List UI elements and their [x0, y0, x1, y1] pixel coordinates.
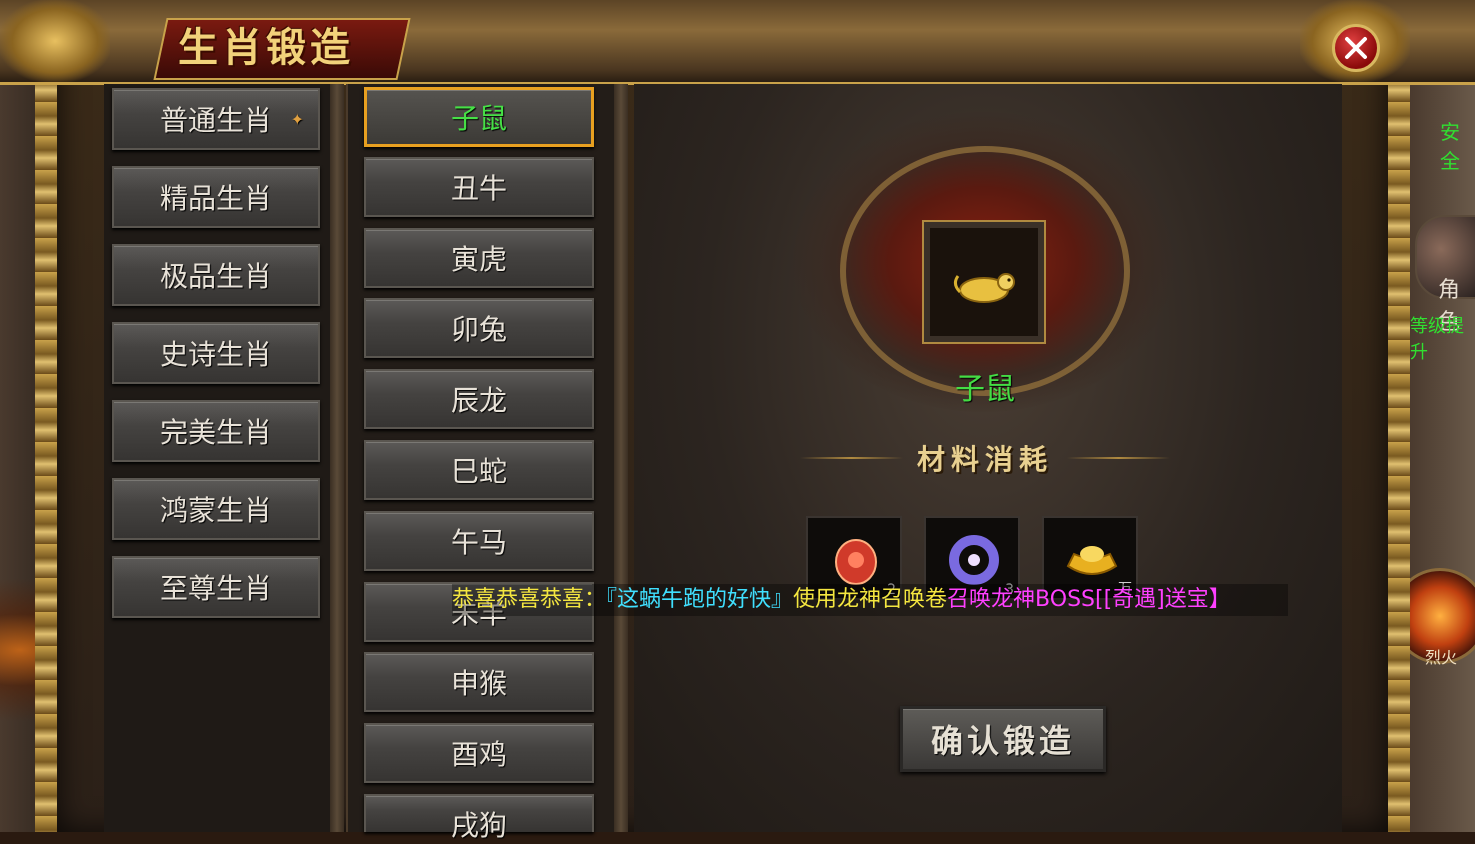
category-label: 鸿蒙生肖 [159, 494, 272, 527]
confirm-forge-button[interactable]: 确认锻造 [900, 706, 1106, 772]
category-label: 精品生肖 [159, 182, 272, 215]
zodiac-button-monkey[interactable]: 申猴 [364, 652, 594, 712]
window-title: 生肖锻造 [178, 24, 354, 71]
zodiac-label: 申猴 [450, 667, 507, 700]
window-title-bar: 生肖锻造 [0, 0, 1475, 85]
zodiac-label: 丑牛 [450, 172, 507, 205]
zodiac-label: 寅虎 [450, 243, 507, 276]
gold-ingot-icon [1066, 546, 1118, 575]
close-icon [1345, 37, 1367, 59]
zodiac-button-horse[interactable]: 午马 [364, 511, 594, 571]
category-label: 史诗生肖 [159, 338, 272, 371]
category-label: 完美生肖 [159, 416, 272, 449]
category-button-epic[interactable]: 史诗生肖 [112, 322, 320, 384]
broadcast-prefix: 恭喜恭喜恭喜： [452, 587, 607, 612]
category-button-supreme[interactable]: 至尊生肖 [112, 556, 320, 618]
purple-ring-icon [949, 535, 999, 585]
header-line [1067, 457, 1171, 459]
forge-target-slot[interactable] [922, 220, 1046, 344]
category-label: 极品生肖 [159, 260, 272, 293]
category-button-hongmeng[interactable]: 鸿蒙生肖 [112, 478, 320, 540]
category-button-normal[interactable]: 普通生肖 ✦ [112, 88, 320, 150]
zodiac-button-dragon[interactable]: 辰龙 [364, 369, 594, 429]
zodiac-label: 酉鸡 [450, 738, 507, 771]
system-broadcast: 恭喜恭喜恭喜：『这蜗牛跑的好快』使用龙神召唤卷召唤龙神BOSS[[奇遇]送宝】 [452, 584, 1288, 616]
red-gem-icon [835, 539, 877, 585]
selected-arrow-icon: ✦ [290, 109, 304, 129]
fire-skill-label: 烈火 [1425, 648, 1458, 667]
category-label: 普通生肖 [159, 104, 272, 137]
zodiac-button-rat[interactable]: 子鼠 [364, 87, 594, 147]
zodiac-label: 卯兔 [450, 313, 507, 346]
zodiac-button-rabbit[interactable]: 卯兔 [364, 298, 594, 358]
zodiac-label: 辰龙 [450, 384, 507, 417]
zodiac-button-dog[interactable]: 戌狗 [364, 794, 594, 842]
broadcast-player: 『这蜗牛跑的好快』 [606, 587, 794, 612]
materials-header: 材料消耗 [800, 436, 1171, 480]
zodiac-button-ox[interactable]: 丑牛 [364, 157, 594, 217]
upgrade-label: 等级提升 [1410, 316, 1464, 363]
zodiac-label: 巳蛇 [450, 455, 507, 488]
header-line [800, 457, 903, 459]
golden-rat-icon [953, 273, 1015, 303]
category-button-superior[interactable]: 极品生肖 [112, 244, 320, 306]
zodiac-label: 午马 [450, 526, 507, 559]
selected-item-name: 子鼠 [955, 372, 1015, 407]
zodiac-button-tiger[interactable]: 寅虎 [364, 228, 594, 288]
close-button[interactable] [1332, 24, 1380, 72]
broadcast-action: 使用龙神召唤卷 [793, 587, 948, 612]
zodiac-label: 子鼠 [450, 102, 507, 135]
dragon-ornament-left-icon [0, 0, 110, 82]
zodiac-button-snake[interactable]: 巳蛇 [364, 440, 594, 500]
category-button-perfect[interactable]: 完美生肖 [112, 400, 320, 462]
category-button-fine[interactable]: 精品生肖 [112, 166, 320, 228]
category-label: 至尊生肖 [159, 572, 272, 605]
safe-zone-label: 安全 [1440, 120, 1460, 173]
broadcast-message: 召唤龙神BOSS[[奇遇]送宝】 [947, 587, 1231, 612]
materials-title: 材料消耗 [917, 443, 1054, 476]
column-divider [330, 84, 344, 832]
zodiac-label: 戌狗 [450, 809, 507, 842]
zodiac-button-rooster[interactable]: 酉鸡 [364, 723, 594, 783]
column-divider [614, 84, 628, 832]
